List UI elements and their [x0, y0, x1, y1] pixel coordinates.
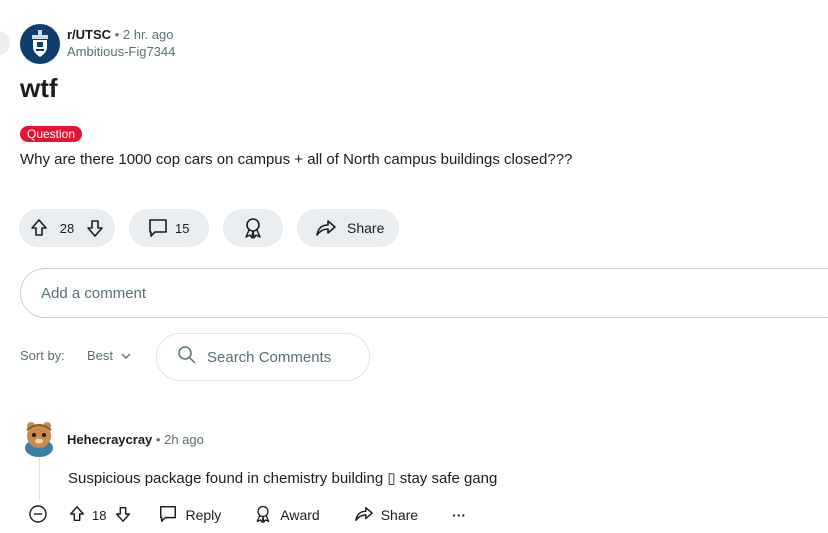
post-vote-pill: 28: [19, 209, 115, 247]
comment-author[interactable]: Hehecraycray: [67, 432, 152, 447]
collapse-icon[interactable]: [28, 504, 48, 527]
post-meta: r/UTSC • 2 hr. ago: [67, 27, 173, 43]
downvote-icon[interactable]: [114, 505, 132, 526]
post-title: wtf: [20, 73, 58, 103]
comment-time: 2h ago: [164, 432, 204, 447]
share-icon: [354, 505, 374, 526]
sort-label: Sort by:: [20, 348, 65, 363]
back-button-edge[interactable]: [0, 31, 10, 55]
upvote-icon[interactable]: [29, 218, 49, 238]
reply-button[interactable]: Reply: [158, 504, 221, 527]
award-icon: [253, 504, 273, 527]
share-label: Share: [347, 220, 385, 236]
more-icon[interactable]: ···: [452, 507, 466, 523]
comment-share-button[interactable]: Share: [354, 505, 418, 526]
crest-icon: [32, 30, 48, 57]
thread-line[interactable]: [39, 458, 40, 500]
upvote-icon[interactable]: [68, 505, 86, 526]
comment-award-button[interactable]: Award: [253, 504, 320, 527]
comment-meta: Hehecraycray • 2h ago: [67, 432, 204, 448]
subreddit-avatar[interactable]: [20, 24, 60, 64]
comment-share-label: Share: [380, 507, 419, 523]
share-icon: [315, 218, 337, 238]
comment-actions: 18 Reply Award Share ···: [28, 504, 466, 526]
award-icon: [241, 216, 265, 240]
post-author[interactable]: Ambitious-Fig7344: [67, 44, 175, 60]
downvote-icon[interactable]: [85, 218, 105, 238]
add-comment-input[interactable]: Add a comment: [20, 268, 828, 318]
commenter-avatar[interactable]: [20, 418, 58, 458]
share-button[interactable]: Share: [297, 209, 399, 247]
add-comment-placeholder: Add a comment: [41, 285, 147, 302]
post-body: Why are there 1000 cop cars on campus + …: [20, 151, 573, 168]
search-comments-input[interactable]: Search Comments: [156, 333, 370, 381]
vote-count: 28: [59, 220, 75, 236]
comment-count: 15: [175, 220, 190, 236]
reply-icon: [158, 504, 178, 527]
search-placeholder: Search Comments: [207, 348, 332, 366]
meta-separator: •: [114, 27, 120, 42]
sort-value: Best: [87, 348, 114, 363]
comments-button[interactable]: 15: [129, 209, 209, 247]
subreddit-link[interactable]: r/UTSC: [67, 27, 111, 42]
sort-dropdown[interactable]: Best: [87, 348, 131, 363]
search-icon: [177, 345, 197, 369]
comment-vote-count: 18: [92, 507, 107, 523]
reply-label: Reply: [185, 507, 222, 523]
flair-badge[interactable]: Question: [20, 126, 83, 142]
comment-icon: [147, 217, 169, 239]
comment-meta-separator: •: [155, 432, 161, 447]
chevron-down-icon: [121, 348, 131, 363]
award-button[interactable]: [223, 209, 283, 247]
award-label: Award: [280, 507, 320, 523]
post-time: 2 hr. ago: [122, 27, 174, 42]
comment-text: Suspicious package found in chemistry bu…: [68, 470, 498, 487]
